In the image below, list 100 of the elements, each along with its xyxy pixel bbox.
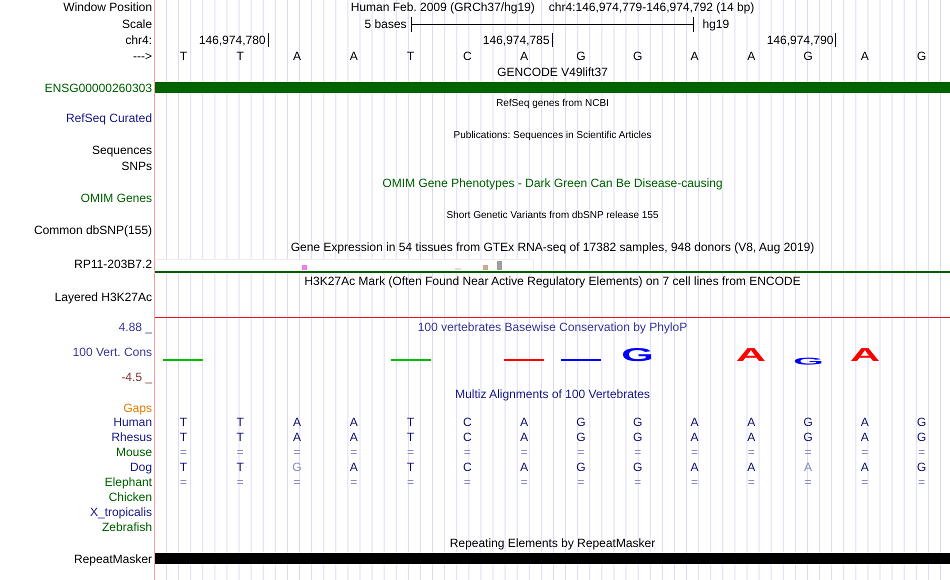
alignment-base: = [349,475,358,490]
alignment-base: A [746,460,756,475]
position-label: 146,974,785 [482,33,552,47]
track-label[interactable]: Dog [130,460,152,475]
alignment-base: = [860,475,870,490]
alignment-base: A [292,430,302,445]
track-label[interactable]: Mouse [116,445,152,460]
alignment-base: A [860,415,870,430]
alignment-base: A [860,460,870,475]
alignment-base: = [804,445,813,460]
logo-letter: A [736,348,766,362]
track-label[interactable]: OMIM Genes [80,191,152,206]
alignment-base: G [632,460,644,475]
alignment-base: = [633,445,642,460]
alignment-base: = [576,445,586,460]
alignment-base: = [917,445,926,460]
track-label[interactable]: Chicken [108,490,152,505]
track-label[interactable]: Window Position [63,0,152,15]
track-label[interactable]: SNPs [121,159,152,174]
track-label[interactable]: Human [113,415,152,430]
base-letter: A [860,49,870,64]
alignment-base: = [462,475,472,490]
alignment-base: A [746,430,756,445]
track-label[interactable]: Sequences [92,143,152,158]
logo-letter: A [850,348,880,362]
track-title: OMIM Gene Phenotypes - Dark Green Can Be Disease-causing [382,176,723,191]
alignment-base: C [462,430,473,445]
base-letter: A [746,49,756,64]
track-label[interactable]: RefSeq Curated [66,111,152,126]
alignment-base: = [406,445,416,460]
alignment-base: = [746,475,756,490]
base-letter: G [632,49,644,64]
alignment-base: = [292,475,302,490]
assembly-title: Human Feb. 2009 (GRCh37/hg19) [350,0,535,16]
track-label[interactable]: Zebrafish [102,520,152,535]
alignment-base: = [462,445,472,460]
track-label[interactable]: RepeatMasker [74,552,152,567]
position-label: 146,974,790 [766,33,836,47]
alignment-base: A [519,415,530,430]
alignment-base: G [802,430,814,445]
alignment-base: = [690,475,699,490]
track-title: Publications: Sequences in Scientific Articles [454,128,652,142]
track-label[interactable]: ---> [133,49,152,64]
alignment-base: C [462,415,473,430]
track-label[interactable]: 100 Vert. Cons [72,345,152,360]
base-letter: T [236,49,245,64]
alignment-base: T [178,430,188,445]
alignment-base: T [406,430,416,445]
track-title: Repeating Elements by RepeatMasker [450,536,656,551]
alignment-base: A [292,415,302,430]
track-title: Gene Expression in 54 tissues from GTEx RNA-seq of 17382 samples, 948 donors (V8, Aug 2019) [290,240,814,255]
alignment-base: = [292,445,302,460]
alignment-base: A [519,430,530,445]
base-letter: T [178,49,188,64]
alignment-base: C [462,460,473,475]
alignment-base: = [860,445,870,460]
base-letter: C [462,49,473,64]
alignment-base: G [916,415,928,430]
alignment-base: = [576,475,586,490]
alignment-base: A [689,430,700,445]
track-title: Short Genetic Variants from dbSNP release 155 [446,208,658,222]
alignment-base: = [178,445,188,460]
alignment-base: G [916,430,928,445]
track-label[interactable]: Rhesus [111,430,152,445]
track-label[interactable]: ENSG00000260303 [44,81,152,96]
alignment-base: G [291,460,303,475]
alignment-base: G [575,430,587,445]
alignment-base: = [690,445,699,460]
track-label[interactable]: RP11-203B7.2 [74,257,152,272]
track-title: GENCODE V49lift37 [497,65,608,80]
scale-text: 5 bases [364,17,408,32]
alignment-base: = [804,475,813,490]
base-letter: A [348,49,359,64]
track-label[interactable]: Scale [122,17,152,32]
alignment-base: G [632,415,644,430]
alignment-base: G [802,415,814,430]
assembly-name: hg19 [701,17,730,32]
alignment-base: A [689,415,700,430]
track-label[interactable]: Layered H3K27Ac [54,290,152,305]
track-label[interactable]: X_tropicalis [90,505,152,520]
alignment-base: = [178,475,188,490]
alignment-base: T [178,415,188,430]
track-label[interactable]: chr4: [125,33,152,48]
base-letter: A [689,49,700,64]
track-title: RefSeq genes from NCBI [496,96,609,110]
axis-max-label: 4.88 _ [118,320,152,335]
base-letter: G [802,49,814,64]
track-label[interactable]: Elephant [104,475,152,490]
alignment-base: A [803,460,814,475]
alignment-base: G [632,430,644,445]
alignment-base: = [633,475,642,490]
alignment-base: T [178,460,188,475]
base-letter: G [916,49,928,64]
alignment-base: = [349,445,358,460]
alignment-base: A [519,460,530,475]
alignment-base: G [575,415,587,430]
track-title: Multiz Alignments of 100 Vertebrates [455,387,650,401]
alignment-base: A [348,415,359,430]
alignment-base: A [860,430,870,445]
track-label[interactable]: Common dbSNP(155) [34,223,152,238]
